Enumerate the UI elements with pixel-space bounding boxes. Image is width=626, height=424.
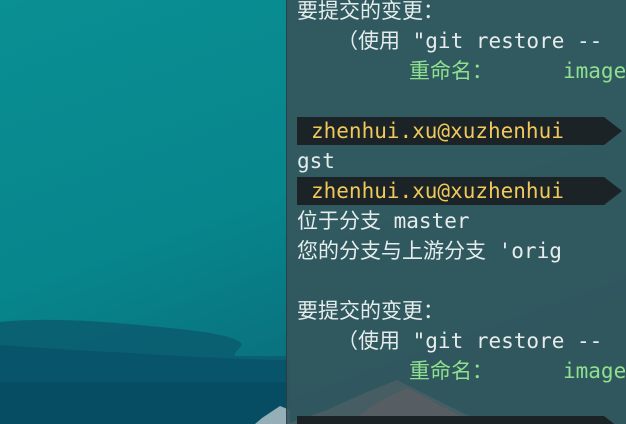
command-input[interactable]: gst — [297, 146, 335, 176]
output-line: 要提交的变更： — [297, 299, 444, 323]
prompt-arrow-icon — [604, 416, 622, 424]
rename-label: 重命名： — [409, 359, 493, 383]
shell-prompt: zhenhui.xu@xuzhenhui — [297, 177, 626, 205]
output-line: 位于分支 master — [297, 209, 470, 233]
prompt-user-host: zhenhui.xu@xuzhenhui — [297, 117, 604, 145]
prompt-user-host-partial — [297, 416, 604, 424]
shell-prompt: zhenhui.xu@xuzhenhui — [297, 117, 626, 145]
output-line: 您的分支与上游分支 'orig — [297, 239, 562, 263]
prompt-arrow-icon — [604, 117, 622, 145]
prompt-arrow-icon — [604, 177, 622, 205]
output-line: 要提交的变更： — [297, 0, 444, 23]
wallpaper-landscape — [0, 319, 290, 424]
prompt-user-host: zhenhui.xu@xuzhenhui — [297, 177, 604, 205]
rename-value: image — [563, 59, 626, 83]
rename-value: image — [563, 359, 626, 383]
shell-prompt-partial — [297, 416, 626, 424]
output-line: （使用 "git restore -- — [337, 29, 603, 53]
output-line: （使用 "git restore -- — [337, 329, 603, 353]
terminal-window[interactable]: 要提交的变更： （使用 "git restore -- 重命名： image z… — [286, 0, 626, 424]
rename-label: 重命名： — [409, 59, 493, 83]
